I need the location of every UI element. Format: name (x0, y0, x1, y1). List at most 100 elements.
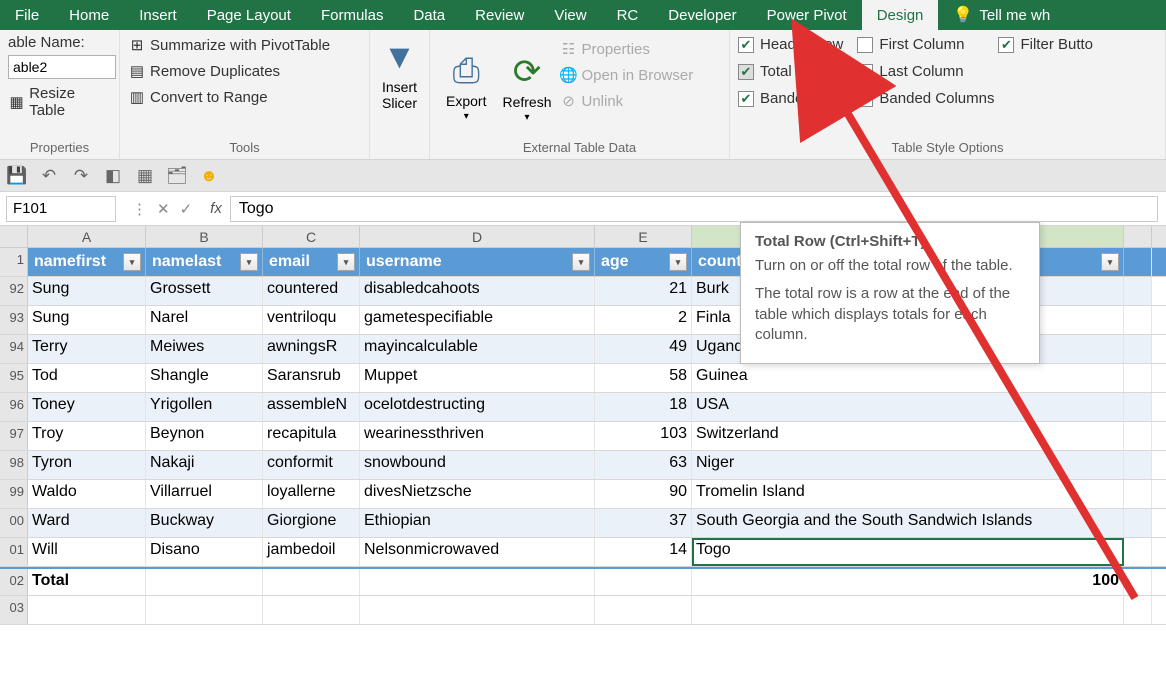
th-namefirst[interactable]: namefirst▾ (28, 248, 146, 276)
cell[interactable]: gametespecifiable (360, 306, 595, 334)
qat-btn-6[interactable]: 🗂 (166, 165, 188, 187)
cell[interactable]: Tromelin Island (692, 480, 1124, 508)
cell[interactable]: Yrigollen (146, 393, 263, 421)
cell[interactable]: ventriloqu (263, 306, 360, 334)
row-header[interactable]: 01 (0, 538, 28, 566)
tab-formulas[interactable]: Formulas (306, 0, 399, 30)
cell[interactable]: Will (28, 538, 146, 566)
export-button[interactable]: ⎙ Export ▾ (438, 34, 494, 140)
tab-design[interactable]: Design (862, 0, 939, 30)
banded-rows-checkbox[interactable]: Banded Rows (738, 88, 853, 109)
filter-icon[interactable]: ▾ (240, 253, 258, 271)
dropdown-icon[interactable]: ⋮ (132, 200, 147, 218)
filter-icon[interactable]: ▾ (337, 253, 355, 271)
cell[interactable]: mayincalculable (360, 335, 595, 363)
tab-page-layout[interactable]: Page Layout (192, 0, 306, 30)
cell[interactable]: USA (692, 393, 1124, 421)
filter-icon[interactable]: ▾ (1101, 253, 1119, 271)
cell[interactable]: Troy (28, 422, 146, 450)
cell[interactable]: ocelotdestructing (360, 393, 595, 421)
cell[interactable]: Sung (28, 306, 146, 334)
fx-icon[interactable]: fx (202, 200, 230, 217)
row-header[interactable]: 02 (0, 569, 28, 595)
row-header[interactable]: 00 (0, 509, 28, 537)
row-header[interactable]: 99 (0, 480, 28, 508)
row-header[interactable]: 98 (0, 451, 28, 479)
filter-icon[interactable]: ▾ (669, 253, 687, 271)
cell[interactable]: Guinea (692, 364, 1124, 392)
banded-cols-checkbox[interactable]: Banded Columns (857, 88, 994, 109)
filter-icon[interactable]: ▾ (123, 253, 141, 271)
col-header-last[interactable] (1124, 226, 1152, 247)
th-username[interactable]: username▾ (360, 248, 595, 276)
confirm-icon[interactable]: ✓ (180, 200, 193, 218)
cell[interactable]: Sung (28, 277, 146, 305)
tab-power-pivot[interactable]: Power Pivot (752, 0, 862, 30)
cell[interactable]: Togo (692, 538, 1124, 566)
cell[interactable]: Saransrub (263, 364, 360, 392)
cell[interactable]: awningsR (263, 335, 360, 363)
cell[interactable]: Niger (692, 451, 1124, 479)
cell[interactable]: Toney (28, 393, 146, 421)
cell[interactable]: South Georgia and the South Sandwich Isl… (692, 509, 1124, 537)
row-header[interactable]: 94 (0, 335, 28, 363)
cell[interactable]: 90 (595, 480, 692, 508)
total-label-cell[interactable]: Total (28, 569, 146, 595)
tab-view[interactable]: View (539, 0, 601, 30)
cell[interactable]: Disano (146, 538, 263, 566)
total-row-checkbox[interactable]: Total Row (738, 61, 853, 82)
cell[interactable]: jambedoil (263, 538, 360, 566)
header-row-checkbox[interactable]: Header Row (738, 34, 853, 55)
cell[interactable]: recapitula (263, 422, 360, 450)
cell[interactable]: conformit (263, 451, 360, 479)
cell[interactable]: 18 (595, 393, 692, 421)
col-header-C[interactable]: C (263, 226, 360, 247)
cell[interactable]: Nelsonmicrowaved (360, 538, 595, 566)
cell[interactable]: Narel (146, 306, 263, 334)
cell[interactable]: Ethiopian (360, 509, 595, 537)
first-col-checkbox[interactable]: First Column (857, 34, 994, 55)
cell[interactable]: assembleN (263, 393, 360, 421)
th-namelast[interactable]: namelast▾ (146, 248, 263, 276)
cell[interactable]: 2 (595, 306, 692, 334)
cell[interactable]: snowbound (360, 451, 595, 479)
cell[interactable]: 103 (595, 422, 692, 450)
row-header[interactable]: 93 (0, 306, 28, 334)
select-all-corner[interactable] (0, 226, 28, 247)
cell[interactable]: divesNietzsche (360, 480, 595, 508)
cell[interactable]: 37 (595, 509, 692, 537)
row-header[interactable]: 1 (0, 248, 28, 276)
row-header[interactable]: 95 (0, 364, 28, 392)
cell[interactable]: disabledcahoots (360, 277, 595, 305)
tab-home[interactable]: Home (54, 0, 124, 30)
col-header-A[interactable]: A (28, 226, 146, 247)
tab-file[interactable]: File (0, 0, 54, 30)
row-header[interactable]: 96 (0, 393, 28, 421)
cell[interactable]: 21 (595, 277, 692, 305)
formula-input[interactable] (230, 196, 1158, 222)
undo-button[interactable]: ↶ (38, 165, 60, 187)
tab-insert[interactable]: Insert (124, 0, 192, 30)
cell[interactable]: loyallerne (263, 480, 360, 508)
col-header-B[interactable]: B (146, 226, 263, 247)
last-col-checkbox[interactable]: Last Column (857, 61, 994, 82)
cell[interactable]: Giorgione (263, 509, 360, 537)
cell[interactable]: Beynon (146, 422, 263, 450)
row-header[interactable]: 97 (0, 422, 28, 450)
filter-button-checkbox[interactable]: Filter Butto (998, 34, 1093, 55)
cell[interactable]: Villarruel (146, 480, 263, 508)
tab-review[interactable]: Review (460, 0, 539, 30)
cell[interactable]: Terry (28, 335, 146, 363)
cell[interactable]: countered (263, 277, 360, 305)
cell[interactable]: wearinessthriven (360, 422, 595, 450)
qat-btn-4[interactable]: ◧ (102, 165, 124, 187)
row-header[interactable]: 92 (0, 277, 28, 305)
remove-duplicates-button[interactable]: ▤ Remove Duplicates (128, 60, 361, 82)
refresh-button[interactable]: ⟳ Refresh ▾ (494, 34, 559, 140)
tab-data[interactable]: Data (398, 0, 460, 30)
total-value-cell[interactable]: 100 (692, 569, 1124, 595)
col-header-E[interactable]: E (595, 226, 692, 247)
cell[interactable]: Ward (28, 509, 146, 537)
cell[interactable]: Tod (28, 364, 146, 392)
save-button[interactable]: 💾 (6, 165, 28, 187)
